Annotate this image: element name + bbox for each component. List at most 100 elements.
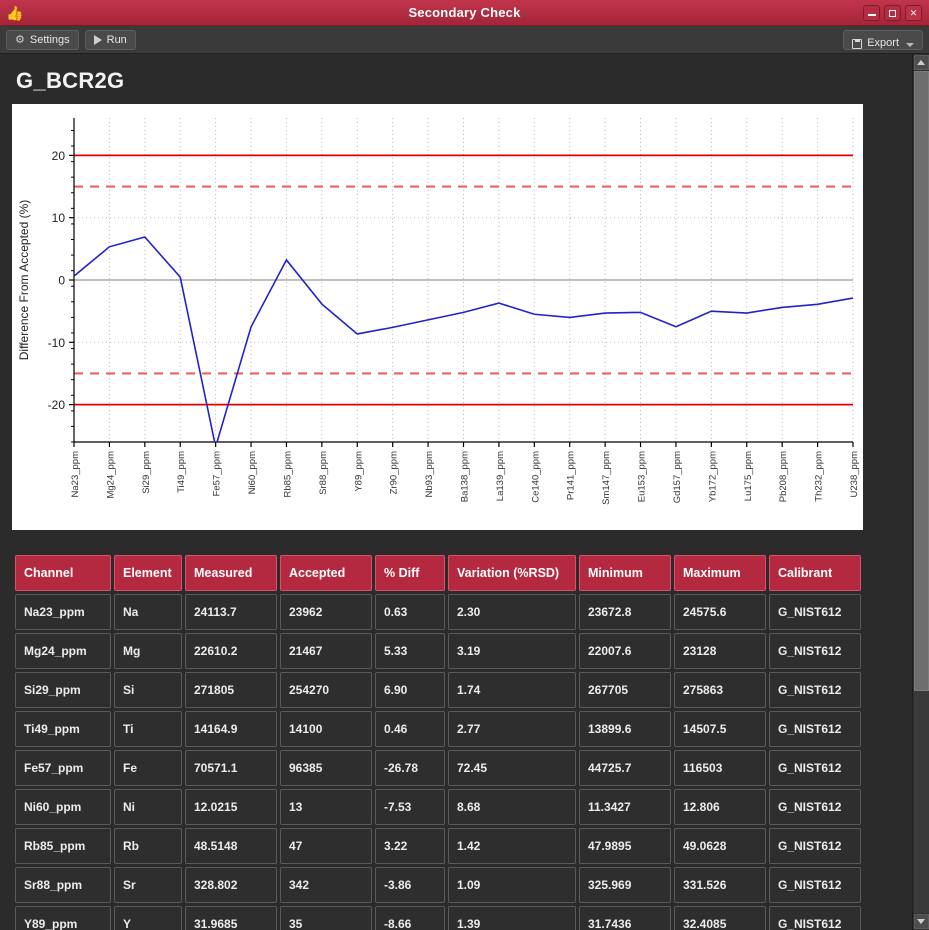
- table-row[interactable]: Mg24_ppm Mg 22610.2 21467 5.33 3.19 22007.6 231…: [15, 633, 861, 669]
- cell-calibrant: G_NIST612: [769, 828, 861, 864]
- column-header-element[interactable]: Element: [114, 555, 182, 591]
- cell-minimum: 267705: [579, 672, 671, 708]
- cell-channel: Fe57_ppm: [15, 750, 111, 786]
- settings-button[interactable]: ⚙ Settings: [6, 29, 79, 50]
- cell-variation: 2.30: [448, 594, 576, 630]
- cell-calibrant: G_NIST612: [769, 711, 861, 747]
- cell-maximum: 32.4085: [674, 906, 766, 930]
- cell-element: Ti: [114, 711, 182, 747]
- chevron-up-icon: [917, 60, 925, 65]
- table-row[interactable]: Fe57_ppm Fe 70571.1 96385 -26.78 72.45 44725.7…: [15, 750, 861, 786]
- save-disk-icon: [852, 38, 863, 49]
- cell-channel: Rb85_ppm: [15, 828, 111, 864]
- column-header-diff[interactable]: % Diff: [375, 555, 445, 591]
- cell-calibrant: G_NIST612: [769, 906, 861, 930]
- svg-text:La139_ppm: La139_ppm: [495, 451, 506, 501]
- cell-measured: 14164.9: [185, 711, 277, 747]
- svg-text:Ce140_ppm: Ce140_ppm: [530, 451, 541, 503]
- maximize-button[interactable]: [884, 4, 901, 21]
- svg-text:Gd157_ppm: Gd157_ppm: [672, 451, 683, 503]
- cell-diff: -7.53: [375, 789, 445, 825]
- cell-channel: Mg24_ppm: [15, 633, 111, 669]
- cell-minimum: 31.7436: [579, 906, 671, 930]
- results-table-wrapper: Channel Element Measured Accepted% Diff Vari…: [12, 552, 863, 930]
- cell-calibrant: G_NIST612: [769, 672, 861, 708]
- column-header-accepted[interactable]: Accepted: [280, 555, 372, 591]
- close-button[interactable]: ✕: [905, 4, 922, 21]
- cell-measured: 48.5148: [185, 828, 277, 864]
- cell-variation: 1.42: [448, 828, 576, 864]
- chevron-down-icon: [917, 919, 925, 924]
- svg-text:Si29_ppm: Si29_ppm: [141, 451, 152, 494]
- export-button-label: Export: [867, 36, 899, 49]
- svg-text:Fe57_ppm: Fe57_ppm: [212, 451, 223, 497]
- svg-text:-20: -20: [48, 398, 66, 412]
- scroll-up-button[interactable]: [913, 55, 929, 70]
- toolbar: ⚙ Settings Run Export: [0, 26, 929, 54]
- cell-channel: Si29_ppm: [15, 672, 111, 708]
- vertical-scrollbar[interactable]: [912, 54, 929, 930]
- cell-diff: 0.46: [375, 711, 445, 747]
- cell-variation: 2.77: [448, 711, 576, 747]
- chevron-down-icon[interactable]: [906, 42, 914, 47]
- cell-diff: -26.78: [375, 750, 445, 786]
- table-header: Channel Element Measured Accepted% Diff Vari…: [15, 555, 861, 591]
- column-header-calibrant[interactable]: Calibrant: [769, 555, 861, 591]
- table-row[interactable]: Na23_ppm Na 24113.7 23962 0.63 2.30 23672.8 245…: [15, 594, 861, 630]
- svg-text:Mg24_ppm: Mg24_ppm: [105, 451, 116, 499]
- svg-text:Rb85_ppm: Rb85_ppm: [282, 451, 293, 498]
- table-row[interactable]: Rb85_ppm Rb 48.5148 47 3.22 1.42 47.9895 49.062…: [15, 828, 861, 864]
- column-header-measured[interactable]: Measured: [185, 555, 277, 591]
- svg-text:Lu175_ppm: Lu175_ppm: [743, 451, 754, 501]
- svg-text:-10: -10: [48, 336, 66, 350]
- cell-calibrant: G_NIST612: [769, 633, 861, 669]
- cell-maximum: 275863: [674, 672, 766, 708]
- scrollbar-track[interactable]: [913, 71, 929, 913]
- cell-measured: 24113.7: [185, 594, 277, 630]
- table-row[interactable]: Si29_ppm Si 271805 254270 6.90 1.74 267705 2758…: [15, 672, 861, 708]
- export-button[interactable]: Export: [843, 29, 923, 50]
- cell-calibrant: G_NIST612: [769, 789, 861, 825]
- column-header-channel[interactable]: Channel: [15, 555, 111, 591]
- svg-text:U238_ppm: U238_ppm: [849, 451, 860, 498]
- svg-text:Difference From Accepted (%): Difference From Accepted (%): [17, 200, 31, 361]
- column-header-variation-rsd[interactable]: Variation (%RSD): [448, 555, 576, 591]
- cell-element: Mg: [114, 633, 182, 669]
- column-header-maximum[interactable]: Maximum: [674, 555, 766, 591]
- svg-text:Nb93_ppm: Nb93_ppm: [424, 451, 435, 498]
- cell-element: Si: [114, 672, 182, 708]
- title-bar: 👍 Secondary Check ✕: [0, 0, 929, 26]
- cell-calibrant: G_NIST612: [769, 750, 861, 786]
- cell-accepted: 96385: [280, 750, 372, 786]
- window-controls: ✕: [863, 4, 929, 21]
- scrollbar-thumb[interactable]: [913, 71, 929, 691]
- chart-panel: 20 10 0 -10 -20 Na23_ppm Mg24_ppm Si29_ppm Ti49_…: [12, 104, 863, 530]
- cell-accepted: 21467: [280, 633, 372, 669]
- svg-text:Sr88_ppm: Sr88_ppm: [318, 451, 329, 495]
- window-title: Secondary Check: [408, 5, 521, 20]
- app-window: 👍 Secondary Check ✕ ⚙ Settings Run Expor…: [0, 0, 929, 930]
- cell-calibrant: G_NIST612: [769, 594, 861, 630]
- cell-minimum: 47.9895: [579, 828, 671, 864]
- run-button[interactable]: Run: [84, 29, 136, 50]
- cell-maximum: 116503: [674, 750, 766, 786]
- svg-text:10: 10: [52, 211, 66, 225]
- column-header-minimum[interactable]: Minimum: [579, 555, 671, 591]
- svg-text:Th232_ppm: Th232_ppm: [814, 451, 825, 502]
- cell-element: Y: [114, 906, 182, 930]
- cell-diff: 3.22: [375, 828, 445, 864]
- scroll-down-button[interactable]: [913, 914, 929, 929]
- cell-element: Fe: [114, 750, 182, 786]
- cell-measured: 31.9685: [185, 906, 277, 930]
- svg-text:Na23_ppm: Na23_ppm: [70, 451, 81, 498]
- svg-text:Pr141_ppm: Pr141_ppm: [566, 451, 577, 500]
- cell-accepted: 13: [280, 789, 372, 825]
- table-row[interactable]: Y89_ppm Y 31.9685 35 -8.66 1.39 31.7436 32.4085…: [15, 906, 861, 930]
- cell-minimum: 22007.6: [579, 633, 671, 669]
- table-row[interactable]: Ni60_ppm Ni 12.0215 13 -7.53 8.68 11.3427 12.80…: [15, 789, 861, 825]
- cell-calibrant: G_NIST612: [769, 867, 861, 903]
- table-row[interactable]: Ti49_ppm Ti 14164.9 14100 0.46 2.77 13899.6 145…: [15, 711, 861, 747]
- table-row[interactable]: Sr88_ppm Sr 328.802 342 -3.86 1.09 325.969 331.…: [15, 867, 861, 903]
- minimize-button[interactable]: [863, 4, 880, 21]
- cell-element: Rb: [114, 828, 182, 864]
